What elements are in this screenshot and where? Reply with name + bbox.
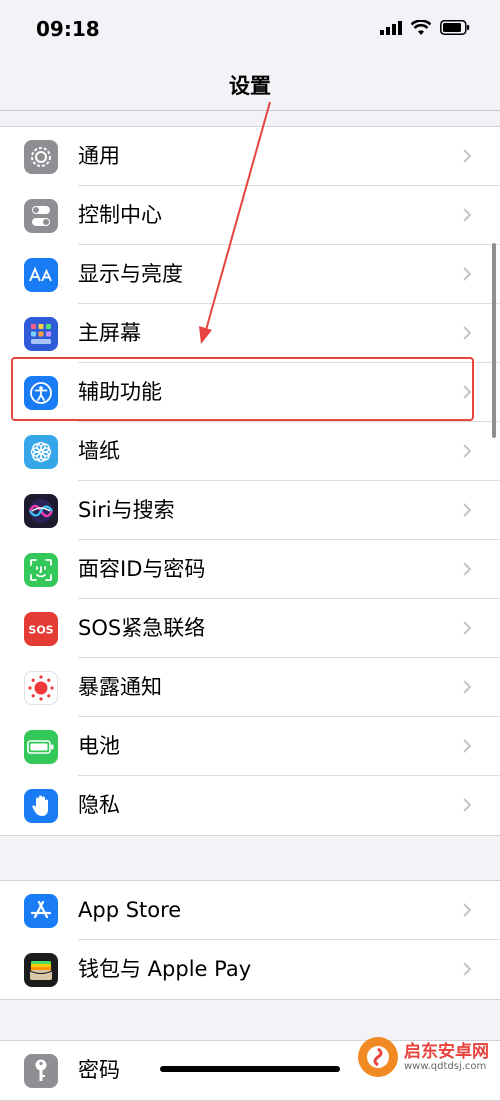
watermark: 启东安卓网 www.qdtdsj.com — [358, 1035, 492, 1079]
watermark-logo-icon — [358, 1037, 398, 1077]
red-arrow-annotation — [199, 101, 271, 344]
watermark-text: 启东安卓网 — [404, 1041, 489, 1062]
home-indicator[interactable] — [160, 1066, 340, 1072]
scrollbar[interactable] — [492, 243, 496, 438]
watermark-url: www.qdtdsj.com — [404, 1060, 487, 1072]
